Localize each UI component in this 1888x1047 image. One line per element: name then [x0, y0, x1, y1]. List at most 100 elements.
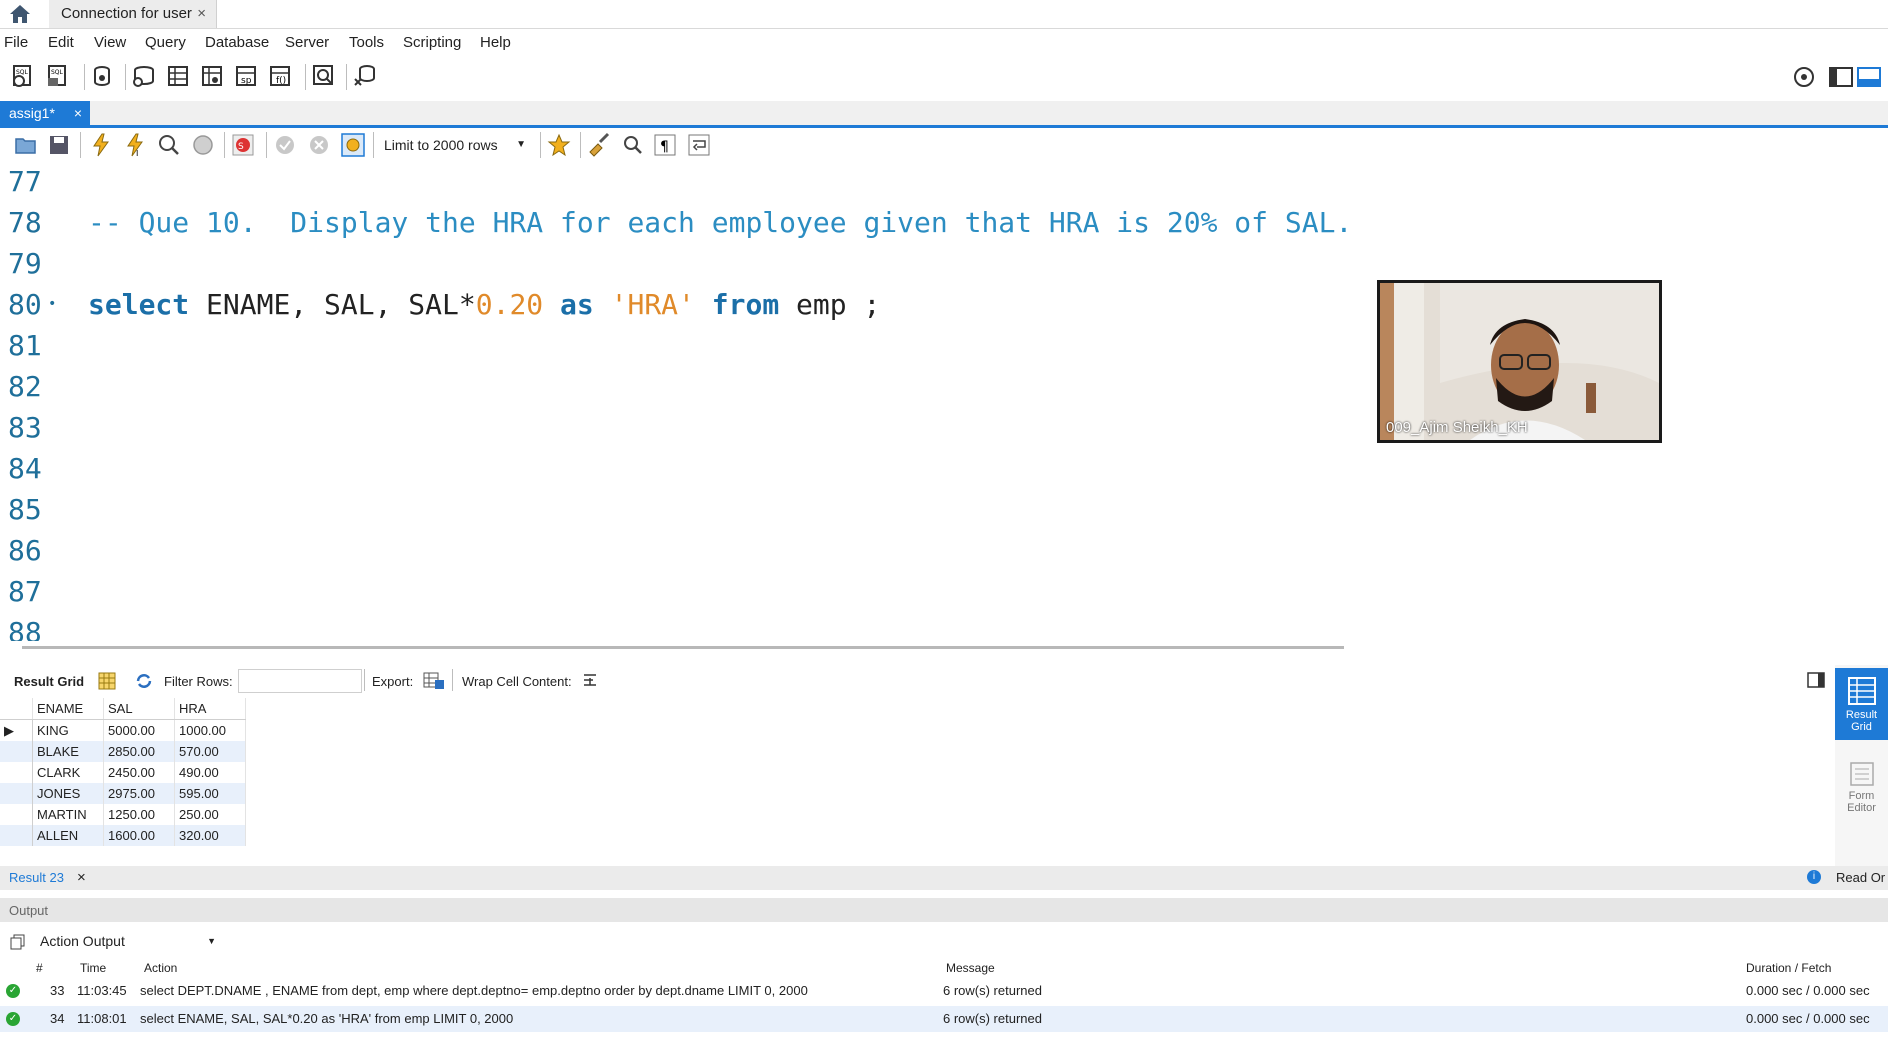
toggle-sidebar-icon[interactable] [1828, 64, 1854, 90]
cell-hra[interactable]: 570.00 [174, 741, 246, 762]
create-schema-icon[interactable] [131, 63, 157, 89]
table-row[interactable]: JONES 2975.00 595.00 [0, 783, 246, 804]
cell-hra[interactable]: 320.00 [174, 825, 246, 846]
preferences-gear-icon[interactable] [1791, 64, 1817, 90]
toggle-panel-icon[interactable] [1807, 671, 1825, 689]
create-table-icon[interactable] [165, 63, 191, 89]
cell-hra[interactable]: 250.00 [174, 804, 246, 825]
cell-sal[interactable]: 2450.00 [103, 762, 175, 783]
close-icon[interactable]: × [74, 101, 82, 125]
limit-rows-select[interactable]: Limit to 2000 rows ▼ [378, 134, 532, 156]
cell-hra[interactable]: 490.00 [174, 762, 246, 783]
commit-icon[interactable] [272, 132, 298, 158]
cell-ename[interactable]: BLAKE [32, 741, 104, 762]
toggle-stop-on-error-icon[interactable]: S [230, 132, 256, 158]
cell-ename[interactable]: KING [32, 719, 104, 741]
output-row[interactable]: ✓ 34 11:08:01 select ENAME, SAL, SAL*0.2… [0, 1006, 1888, 1032]
new-sql-tab-icon[interactable]: SQL [10, 63, 36, 89]
line-number: 77 [8, 165, 42, 198]
line-number: 84 [8, 452, 42, 485]
open-sql-script-icon[interactable]: SQL [45, 63, 71, 89]
beautify-brush-icon[interactable] [586, 132, 612, 158]
menu-help[interactable]: Help [480, 34, 511, 51]
menu-scripting[interactable]: Scripting [403, 34, 461, 51]
invisible-chars-icon[interactable]: ¶ [652, 132, 678, 158]
table-row[interactable]: MARTIN 1250.00 250.00 [0, 804, 246, 825]
auto-commit-icon[interactable] [340, 132, 366, 158]
result-grid[interactable]: ENAME SAL HRA ▶ KING 5000.00 1000.00 BLA… [0, 698, 246, 846]
webcam-video-overlay: 009_Ajim Sheikh_KH [1377, 280, 1662, 443]
result-grid-label[interactable]: Result Grid [14, 674, 84, 689]
output-header-time: Time [80, 961, 107, 975]
svg-text:SQL: SQL [16, 69, 29, 76]
close-icon[interactable]: × [197, 0, 206, 28]
open-folder-icon[interactable] [13, 132, 39, 158]
menu-database[interactable]: Database [205, 34, 269, 51]
rollback-icon[interactable] [306, 132, 332, 158]
cell-sal[interactable]: 1250.00 [103, 804, 175, 825]
connection-tab[interactable]: Connection for user × [49, 0, 217, 28]
grid-view-icon[interactable] [98, 672, 116, 690]
word-wrap-icon[interactable] [686, 132, 712, 158]
menu-query[interactable]: Query [145, 34, 186, 51]
execute-icon[interactable] [88, 132, 114, 158]
cell-hra[interactable]: 595.00 [174, 783, 246, 804]
find-icon[interactable] [620, 132, 646, 158]
result-table: ENAME SAL HRA ▶ KING 5000.00 1000.00 BLA… [0, 698, 246, 846]
form-editor-side-button[interactable]: Form Editor [1835, 761, 1888, 821]
output-row[interactable]: ✓ 33 11:03:45 select DEPT.DNAME , ENAME … [0, 978, 1888, 1004]
webcam-feed-image [1380, 283, 1659, 440]
menu-file[interactable]: File [4, 34, 28, 51]
wrap-cell-label: Wrap Cell Content: [462, 674, 572, 689]
create-procedure-icon[interactable]: sp [233, 63, 259, 89]
cell-hra[interactable]: 1000.00 [174, 719, 246, 741]
menu-tools[interactable]: Tools [349, 34, 384, 51]
menu-server[interactable]: Server [285, 34, 329, 51]
column-header-hra[interactable]: HRA [174, 698, 246, 720]
result-tab-label[interactable]: Result 23 [9, 870, 64, 885]
result-grid-side-button[interactable]: Result Grid [1835, 668, 1888, 740]
filter-rows-input[interactable] [238, 669, 362, 693]
close-icon[interactable]: × [77, 869, 86, 886]
explain-icon[interactable] [156, 132, 182, 158]
menu-edit[interactable]: Edit [48, 34, 74, 51]
add-snippet-star-icon[interactable] [546, 132, 572, 158]
cell-ename[interactable]: CLARK [32, 762, 104, 783]
result-grid-icon [1847, 677, 1876, 705]
toggle-output-icon[interactable] [1856, 64, 1882, 90]
cell-sal[interactable]: 2850.00 [103, 741, 175, 762]
code-token-keyword: select [88, 288, 190, 321]
row-marker-header [0, 698, 33, 720]
reconnect-icon[interactable] [352, 63, 378, 89]
execute-current-icon[interactable]: I [122, 132, 148, 158]
cell-ename[interactable]: JONES [32, 783, 104, 804]
cell-sal[interactable]: 1600.00 [103, 825, 175, 846]
menu-view[interactable]: View [94, 34, 126, 51]
cell-sal[interactable]: 5000.00 [103, 719, 175, 741]
table-row[interactable]: BLAKE 2850.00 570.00 [0, 741, 246, 762]
export-icon[interactable] [423, 670, 445, 690]
results-toolbar: Result Grid Filter Rows: Export: Wrap Ce… [0, 665, 1835, 697]
cell-ename[interactable]: ALLEN [32, 825, 104, 846]
inspector-icon[interactable] [90, 63, 116, 89]
cell-ename[interactable]: MARTIN [32, 804, 104, 825]
copy-icon[interactable] [10, 934, 26, 950]
editor-tab-assig1[interactable]: assig1* × [0, 101, 90, 125]
stop-icon[interactable] [190, 132, 216, 158]
output-type-select[interactable]: Action Output ▼ [34, 930, 220, 952]
table-row[interactable]: ▶ KING 5000.00 1000.00 [0, 719, 246, 741]
wrap-cell-icon[interactable] [582, 672, 598, 688]
create-view-icon[interactable] [199, 63, 225, 89]
home-icon[interactable] [8, 3, 32, 25]
refresh-icon[interactable] [134, 672, 154, 690]
column-header-sal[interactable]: SAL [103, 698, 175, 720]
create-function-icon[interactable]: f() [267, 63, 293, 89]
toolbar-separator [580, 132, 581, 158]
editor-horizontal-scrollbar[interactable] [22, 646, 1344, 649]
save-icon[interactable] [46, 132, 72, 158]
table-row[interactable]: ALLEN 1600.00 320.00 [0, 825, 246, 846]
search-table-data-icon[interactable] [311, 63, 337, 89]
cell-sal[interactable]: 2975.00 [103, 783, 175, 804]
column-header-ename[interactable]: ENAME [32, 698, 104, 720]
table-row[interactable]: CLARK 2450.00 490.00 [0, 762, 246, 783]
